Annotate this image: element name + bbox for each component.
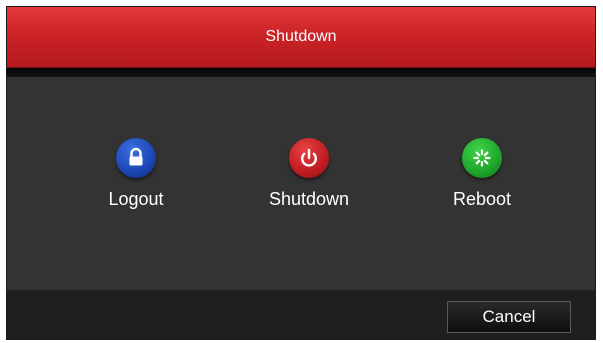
power-icon [289,138,329,178]
dialog-body: Logout Shutdown Reboot [7,77,595,290]
titlebar-divider [7,68,595,77]
shutdown-button[interactable]: Shutdown [249,138,369,210]
lock-icon [116,138,156,178]
dialog-footer: Cancel [7,290,595,339]
reboot-button[interactable]: Reboot [422,138,542,210]
shutdown-dialog: Shutdown Logout Shutdown Reboot Cancel [6,6,596,340]
reboot-label: Reboot [452,189,512,209]
cancel-button[interactable]: Cancel [447,301,571,333]
logout-button[interactable]: Logout [76,138,196,210]
dialog-titlebar: Shutdown [7,7,595,68]
logout-label: Logout [108,189,164,209]
shutdown-label: Shutdown [268,189,350,209]
reboot-icon [462,138,502,178]
dialog-title: Shutdown [265,28,337,45]
